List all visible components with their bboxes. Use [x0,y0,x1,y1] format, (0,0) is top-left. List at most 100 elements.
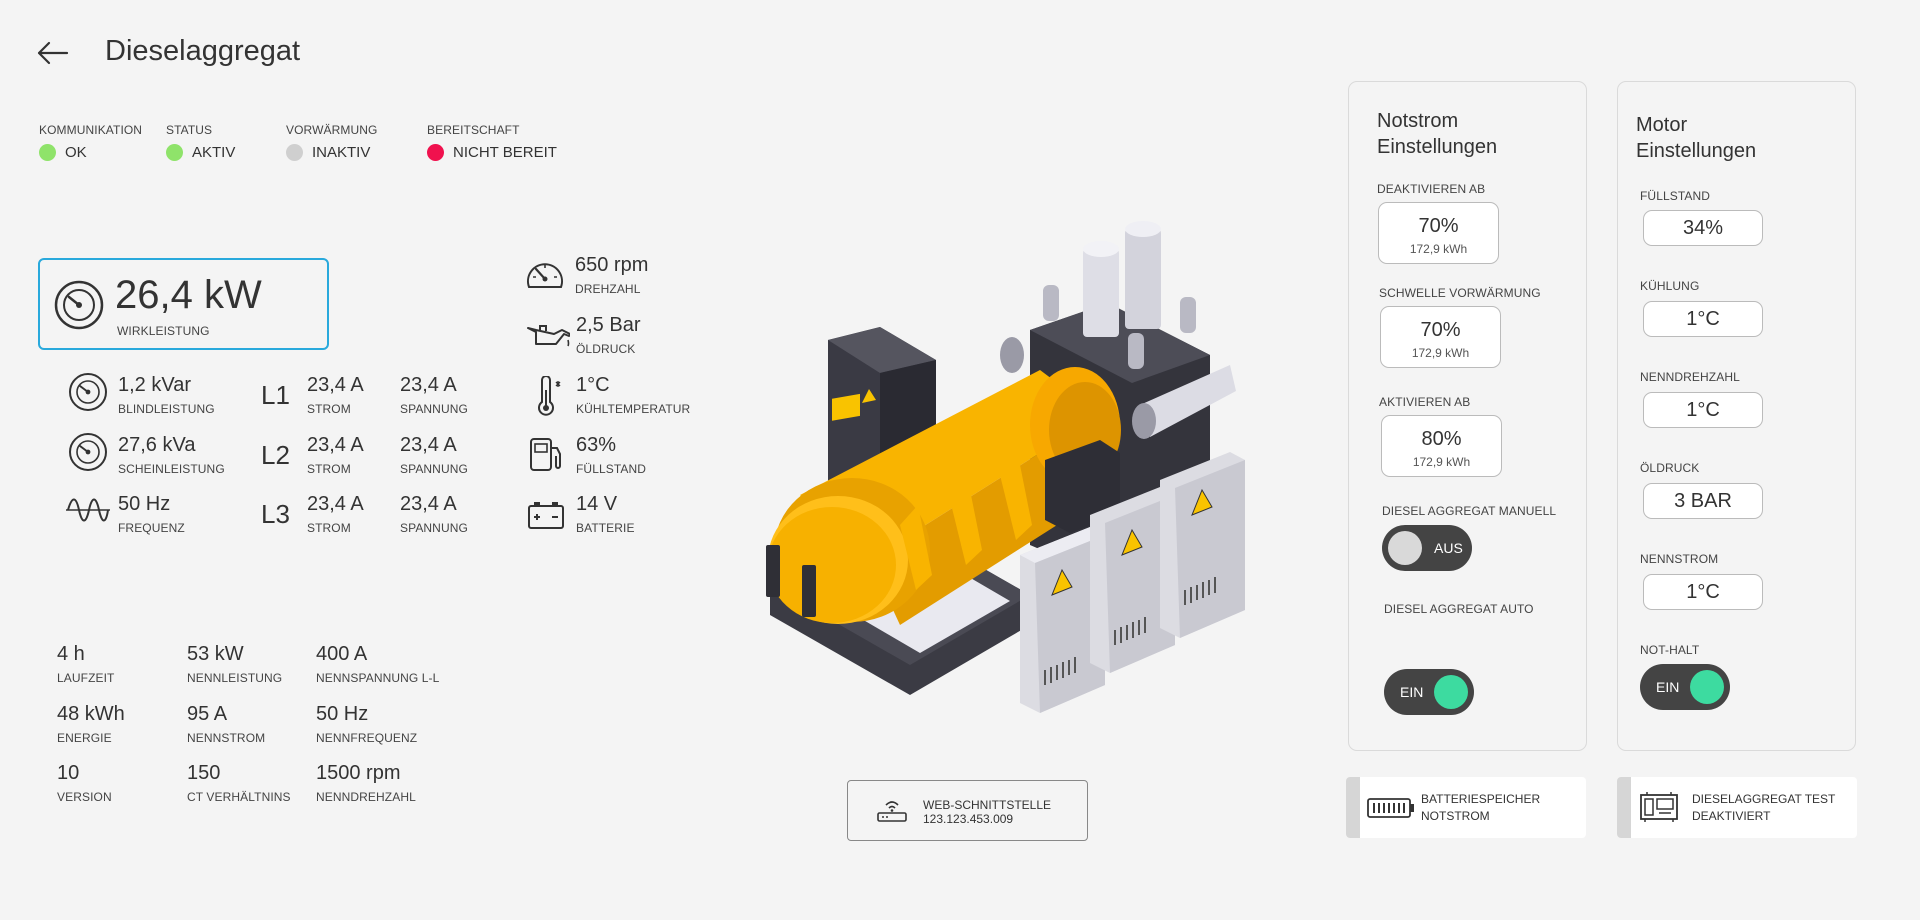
main-power-card[interactable]: 26,4 kW WIRKLEISTUNG [38,258,329,350]
energie-label: ENERGIE [57,731,112,745]
motor-nenndrehzahl-input[interactable]: 1°C [1643,392,1763,428]
batteriespeicher-line1: BATTERIESPEICHER [1421,792,1541,806]
nennleistung-label: NENNLEISTUNG [187,671,283,685]
frequenz-label: FREQUENZ [118,521,185,535]
diesel-manuell-toggle[interactable]: AUS [1382,525,1472,571]
version-value: 10 [57,762,80,784]
aktivieren-ab-input[interactable]: 80% 172,9 kWh [1381,415,1502,477]
blindleistung-label: BLINDLEISTUNG [118,402,215,416]
arrow-left-icon [36,38,70,68]
status-dot [427,144,444,162]
main-power-label: WIRKLEISTUNG [117,324,210,338]
diesel-auto-state: EIN [1400,684,1424,700]
phase-l1-name: L1 [261,380,290,410]
diesel-manuell-label: DIESEL AGGREGAT MANUELL [1382,504,1557,518]
phase-l2-spannung-label: SPANNUNG [400,462,468,476]
deaktivieren-ab-label: DEAKTIVIEREN AB [1377,182,1486,196]
status-bereitschaft: BEREITSCHAFT NICHT BEREIT [427,123,557,162]
thermometer-icon [534,376,562,416]
schwelle-vorwaermung-input[interactable]: 70% 172,9 kWh [1380,306,1501,368]
card-indicator [1617,777,1631,838]
batterie-value: 14 V [576,493,618,515]
page-title: Dieselaggregat [105,35,301,67]
status-label: STATUS [166,123,213,137]
toggle-knob [1690,670,1724,704]
motor-oeldruck-input[interactable]: 3 BAR [1643,483,1763,519]
sine-wave-icon [66,494,110,526]
phase-l1-spannung-label: SPANNUNG [400,402,468,416]
diesel-auto-label: DIESEL AGGREGAT AUTO [1384,602,1534,616]
phase-l3-name: L3 [261,499,290,529]
motor-title-line1: Motor [1636,114,1688,136]
phase-l2-spannung: 23,4 A [400,434,457,456]
status-value: OK [65,144,87,162]
not-halt-toggle[interactable]: EIN [1640,664,1730,710]
nennstrom-label: NENNSTROM [187,731,266,745]
fuellstand-label: FÜLLSTAND [576,462,647,476]
phase-l1-spannung: 23,4 A [400,374,457,396]
toggle-knob [1388,531,1422,565]
motor-kuehlung-value: 1°C [1686,308,1720,330]
motor-nenndrehzahl-label: NENNDREHZAHL [1640,370,1740,384]
phase-l2-name: L2 [261,440,290,470]
battery-storage-icon [1367,797,1415,819]
nennstrom-value: 95 A [187,703,228,725]
status-dot [166,144,183,162]
diesel-auto-toggle[interactable]: EIN [1384,669,1474,715]
scheinleistung-label: SCHEINLEISTUNG [118,462,225,476]
generator-icon [1639,791,1679,823]
phase-l3-strom: 23,4 A [307,493,364,515]
phase-l1-strom: 23,4 A [307,374,364,396]
kuehltemperatur-label: KÜHLTEMPERATUR [576,402,691,416]
motor-kuehlung-input[interactable]: 1°C [1643,301,1763,337]
speedometer-icon [524,257,566,293]
notstrom-title-line1: Notstrom [1377,110,1459,132]
batterie-label: BATTERIE [576,521,635,535]
drehzahl-label: DREHZAHL [575,282,641,296]
phase-l3-strom-label: STROM [307,521,351,535]
status-value: AKTIV [192,144,236,162]
web-interface-label: WEB-SCHNITTSTELLE [923,798,1052,812]
ct-verhaeltnis-label: CT VERHÄLTNINS [187,790,291,804]
motor-nennstrom-input[interactable]: 1°C [1643,574,1763,610]
deaktivieren-ab-input[interactable]: 70% 172,9 kWh [1378,202,1499,264]
laufzeit-value: 4 h [57,643,85,665]
status-value: INAKTIV [312,144,371,162]
scheinleistung-value: 27,6 kVa [118,434,196,456]
nenndrehzahl-label: NENNDREHZAHL [316,790,416,804]
oeldruck-value: 2,5 Bar [576,314,641,336]
motor-nenndrehzahl-value: 1°C [1686,399,1720,421]
kuehltemperatur-value: 1°C [576,374,610,396]
notstrom-settings-panel: Notstrom Einstellungen DEAKTIVIEREN AB 7… [1348,81,1587,751]
phase-l2-strom-label: STROM [307,462,351,476]
deaktivieren-ab-sub: 172,9 kWh [1409,242,1468,256]
dieselaggregat-test-card[interactable]: DIESELAGGREGAT TEST DEAKTIVIERT [1617,777,1857,838]
battery-icon [527,500,565,530]
nennleistung-value: 53 kW [187,643,244,665]
nennspannung-value: 400 A [316,643,368,665]
motor-fuellstand-value: 34% [1682,217,1724,239]
laufzeit-label: LAUFZEIT [57,671,115,685]
schwelle-vorwaermung-label: SCHWELLE VORWÄRMUNG [1379,286,1541,300]
motor-settings-panel: Motor Einstellungen FÜLLSTAND 34% KÜHLUN… [1617,81,1856,751]
back-button[interactable] [36,38,70,68]
fuel-pump-icon [528,436,564,472]
drehzahl-value: 650 rpm [575,254,649,276]
diesel-manuell-state: AUS [1434,540,1463,556]
motor-fuellstand-input[interactable]: 34% [1643,210,1763,246]
motor-oeldruck-label: ÖLDRUCK [1640,461,1700,475]
batteriespeicher-line2: NOTSTROM [1421,809,1490,823]
aktivieren-ab-value: 80% [1421,428,1462,450]
motor-kuehlung-label: KÜHLUNG [1640,279,1700,293]
frequenz-value: 50 Hz [118,493,171,515]
web-interface-card[interactable]: WEB-SCHNITTSTELLE 123.123.453.009 [847,780,1088,841]
ct-verhaeltnis-value: 150 [187,762,221,784]
status-label: VORWÄRMUNG [286,123,378,137]
batteriespeicher-card[interactable]: BATTERIESPEICHER NOTSTROM [1346,777,1586,838]
phase-l3-spannung: 23,4 A [400,493,457,515]
motor-nennstrom-value: 1°C [1686,581,1720,603]
schwelle-vorwaermung-value: 70% [1420,319,1461,341]
motor-oeldruck-value: 3 BAR [1674,490,1732,512]
deaktivieren-ab-value: 70% [1418,215,1459,237]
oeldruck-label: ÖLDRUCK [576,342,636,356]
